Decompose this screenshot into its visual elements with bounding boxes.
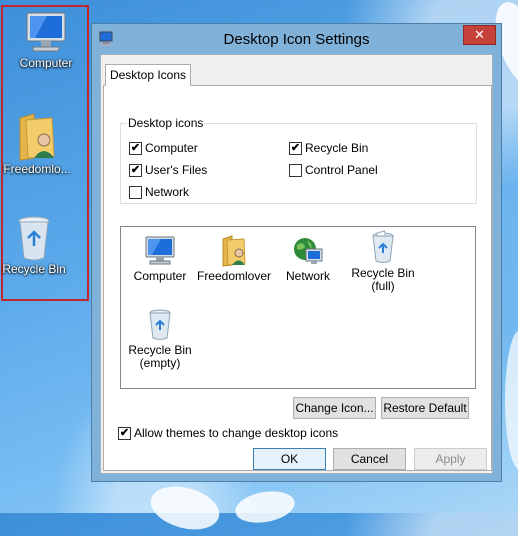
list-item-label: Recycle Bin (full) xyxy=(351,266,415,293)
apply-button: Apply xyxy=(414,448,487,470)
checkbox-label: User's Files xyxy=(145,163,208,177)
icon-preview-list[interactable]: Computer Freedomlover Network Recycle Bi… xyxy=(120,226,476,389)
tab-panel-desktop-icons: Desktop icons ✔ Computer ✔ Recycle Bin ✔… xyxy=(103,85,492,471)
list-item-label: Network xyxy=(285,269,330,283)
restore-default-button[interactable]: Restore Default xyxy=(381,397,469,419)
user-folder-icon xyxy=(222,235,246,267)
checkbox-control-panel[interactable]: Control Panel xyxy=(289,162,378,178)
recycle-bin-empty-icon xyxy=(149,309,171,340)
recycle-bin-full-icon xyxy=(372,230,394,263)
checkbox-users-files[interactable]: ✔ User's Files xyxy=(129,162,207,178)
checkbox-label: Control Panel xyxy=(305,163,378,177)
checkbox-box[interactable] xyxy=(289,163,302,177)
list-item-recycle-bin-full[interactable]: Recycle Bin (full) xyxy=(344,230,422,293)
list-item-label: Recycle Bin (empty) xyxy=(128,343,192,370)
checkbox-box[interactable]: ✔ xyxy=(129,141,142,155)
checkbox-box[interactable]: ✔ xyxy=(129,163,142,177)
list-item-recycle-bin-empty[interactable]: Recycle Bin (empty) xyxy=(121,307,199,370)
checkbox-box[interactable]: ✔ xyxy=(289,141,302,155)
checkbox-box[interactable] xyxy=(129,185,142,199)
desktop-icon-settings-dialog: Desktop Icon Settings ✕ Desktop Icons De… xyxy=(91,23,502,482)
user-folder-icon xyxy=(19,113,55,161)
tab-desktop-icons[interactable]: Desktop Icons xyxy=(105,64,191,86)
checkbox-label: Recycle Bin xyxy=(305,141,369,155)
desktop-icon-user-folder[interactable]: Freedomlo... xyxy=(0,112,82,177)
desktop-icon-computer[interactable]: Computer xyxy=(3,10,89,71)
checkbox-label: Network xyxy=(145,185,190,199)
close-button[interactable]: ✕ xyxy=(463,25,496,45)
list-item-label: Freedomlover xyxy=(196,269,272,283)
checkbox-box[interactable]: ✔ xyxy=(118,426,131,440)
network-icon xyxy=(294,238,323,264)
title-bar[interactable]: Desktop Icon Settings ✕ xyxy=(92,24,501,54)
desktop-icon-recycle-bin[interactable]: Recycle Bin xyxy=(0,214,77,277)
dialog-client-area: Desktop Icons Desktop icons ✔ Computer ✔… xyxy=(100,54,493,474)
desktop-icons-groupbox: Desktop icons ✔ Computer ✔ Recycle Bin ✔… xyxy=(120,116,477,204)
list-item-user-folder[interactable]: Freedomlover xyxy=(195,235,273,283)
desktop-icon-label: Computer xyxy=(19,56,73,70)
groupbox-label: Desktop icons xyxy=(127,116,205,130)
desktop-icon-label: Freedomlo... xyxy=(3,162,71,176)
computer-icon xyxy=(145,236,175,265)
change-icon-button[interactable]: Change Icon... xyxy=(293,397,376,419)
dialog-title: Desktop Icon Settings xyxy=(223,31,370,48)
wallpaper-petal xyxy=(146,479,224,536)
checkbox-label: Computer xyxy=(145,141,198,155)
wallpaper-petal xyxy=(505,330,518,470)
checkbox-computer[interactable]: ✔ Computer xyxy=(129,140,198,156)
list-item-label: Computer xyxy=(133,269,187,283)
checkbox-label: Allow themes to change desktop icons xyxy=(134,426,339,440)
checkbox-recycle-bin[interactable]: ✔ Recycle Bin xyxy=(289,140,368,156)
checkbox-network[interactable]: Network xyxy=(129,184,189,200)
cancel-button[interactable]: Cancel xyxy=(333,448,406,470)
checkbox-allow-themes[interactable]: ✔ Allow themes to change desktop icons xyxy=(118,425,338,441)
desktop-icon-label: Recycle Bin xyxy=(2,262,66,276)
list-item-network[interactable]: Network xyxy=(269,235,347,283)
computer-icon xyxy=(26,12,66,52)
ok-button[interactable]: OK xyxy=(253,448,326,470)
list-item-computer[interactable]: Computer xyxy=(121,235,199,283)
wallpaper-petal xyxy=(232,487,298,527)
recycle-bin-icon xyxy=(18,216,50,261)
close-icon: ✕ xyxy=(474,27,485,42)
